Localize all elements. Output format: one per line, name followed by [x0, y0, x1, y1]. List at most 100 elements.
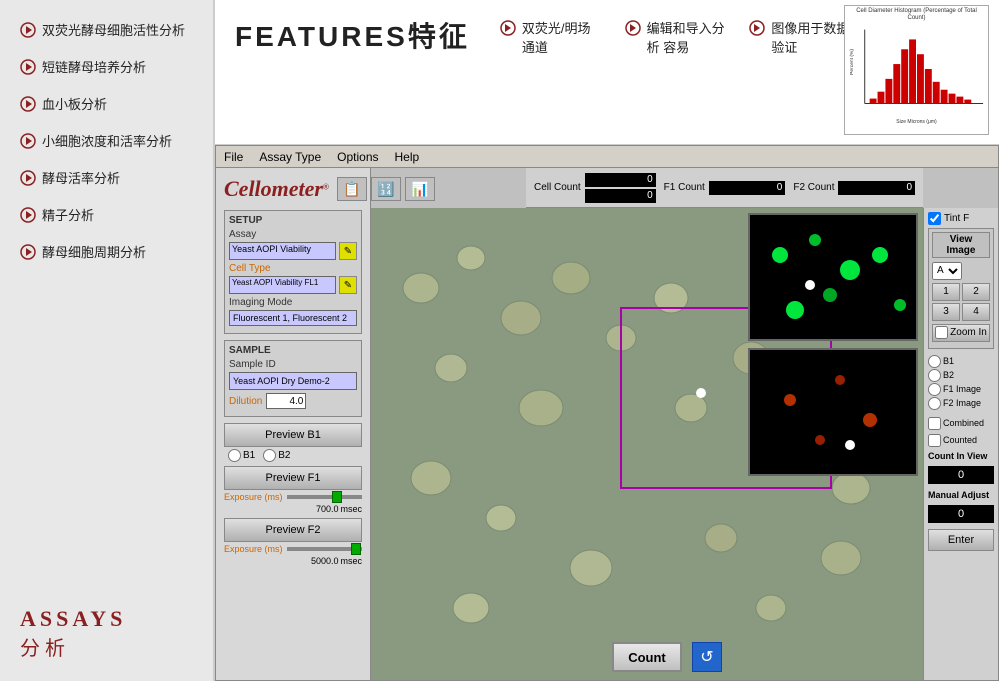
feature-item-0: 双荧光/明场 通道: [500, 18, 605, 56]
f1-slider[interactable]: [287, 495, 362, 499]
view-btn-2[interactable]: 2: [962, 283, 990, 301]
dilution-input[interactable]: [266, 393, 306, 409]
arrow-icon-4: [20, 170, 36, 186]
cell-count-label: Cell Count: [534, 182, 581, 193]
arrow-icon-1: [20, 59, 36, 75]
f1-exposure-unit: msec: [340, 504, 362, 514]
feature-text-2: 图像用于数据 验证: [771, 18, 854, 56]
assay-edit-btn[interactable]: ✎: [339, 242, 357, 260]
logo-text: Cellometer: [224, 176, 323, 201]
app-body: Cellometer® 📋 🔢 📊 SETUP Assay Yeast AOPI…: [216, 168, 998, 680]
feature-arrow-icon-1: [625, 20, 641, 41]
cell-count-val1: 0: [585, 173, 656, 187]
view-btn-1[interactable]: 1: [932, 283, 960, 301]
main-app: File Assay Type Options Help Cellometer® 📋 …: [215, 145, 999, 681]
f2-count-group: F2 Count 0: [793, 181, 915, 195]
image-type-radios: B1 B2 F1 Image F2 Image: [928, 355, 994, 411]
sidebar-item-4[interactable]: 酵母活率分析: [20, 168, 203, 187]
sidebar-item-label-3: 小细胞浓度和活率分析: [42, 131, 172, 150]
f2-count-val: 0: [838, 181, 915, 195]
preview-f1-btn[interactable]: Preview F1: [224, 466, 362, 490]
enter-btn[interactable]: Enter: [928, 529, 994, 551]
arrow-icon-2: [20, 96, 36, 112]
feature-arrow-icon-0: [500, 20, 516, 41]
preview-b1-btn[interactable]: Preview B1: [224, 423, 362, 447]
cell-count-val2: 0: [585, 189, 656, 203]
tint-checkbox[interactable]: [928, 212, 941, 225]
combined-checkbox[interactable]: [928, 417, 941, 430]
sidebar-item-label-2: 血小板分析: [42, 94, 107, 113]
refresh-btn[interactable]: ↺: [692, 642, 722, 672]
svg-text:Percent (%): Percent (%): [849, 49, 855, 75]
menu-item-assay type[interactable]: Assay Type: [259, 150, 321, 164]
f1-exposure-row: Exposure (ms): [224, 492, 362, 502]
manual-adjust-label: Manual Adjust: [928, 490, 994, 500]
histogram-xlabel: Size Microns (μm): [845, 119, 988, 125]
sample-label: SAMPLE: [229, 345, 357, 356]
icon-btn-1[interactable]: 📋: [337, 177, 367, 201]
f1-exposure-label: Exposure (ms): [224, 492, 283, 502]
sample-id-label: Sample ID: [229, 359, 357, 370]
f1-count-group: F1 Count 0: [664, 181, 786, 195]
sidebar-item-1[interactable]: 短链酵母培养分析: [20, 57, 203, 76]
sidebar-item-label-6: 酵母细胞周期分析: [42, 242, 146, 261]
sidebar-item-3[interactable]: 小细胞浓度和活率分析: [20, 131, 203, 150]
cell-count-group: Cell Count 0 0: [534, 173, 656, 203]
radio-b2[interactable]: B2: [263, 449, 290, 462]
sidebar-item-2[interactable]: 血小板分析: [20, 94, 203, 113]
view-image-label: View Image: [932, 232, 990, 258]
histogram-chart: Percent (%): [845, 24, 988, 114]
radio-f2-line[interactable]: F2 Image: [928, 397, 994, 410]
dilution-label: Dilution: [229, 396, 262, 407]
sidebar-item-label-4: 酵母活率分析: [42, 168, 120, 187]
count-button[interactable]: Count: [612, 642, 682, 672]
imaging-mode-label: Imaging Mode: [229, 297, 357, 308]
menu-item-file[interactable]: File: [224, 150, 243, 164]
tint-label: Tint F: [944, 213, 969, 224]
preview-f2-btn[interactable]: Preview F2: [224, 518, 362, 542]
radio-b1[interactable]: B1: [228, 449, 255, 462]
sidebar-item-5[interactable]: 精子分析: [20, 205, 203, 224]
f2-exposure-unit: msec: [340, 556, 362, 566]
view-btn-4[interactable]: 4: [962, 303, 990, 321]
f2-count-values: 0: [838, 181, 915, 195]
cell-type-edit-btn[interactable]: ✎: [339, 276, 357, 294]
radio-f1-line[interactable]: F1 Image: [928, 383, 994, 396]
f2-count-label: F2 Count: [793, 182, 834, 193]
menu-item-options[interactable]: Options: [337, 150, 378, 164]
combined-checkbox-line[interactable]: Combined: [928, 417, 994, 430]
menu-item-help[interactable]: Help: [395, 150, 420, 164]
zoom-in-btn[interactable]: Zoom In: [932, 324, 990, 342]
f2-exposure-value: 5000.0: [311, 556, 339, 566]
count-in-view-value: 0: [928, 466, 994, 484]
b1-radio-row: B1 B2: [228, 449, 362, 462]
left-panel: Cellometer® 📋 🔢 📊 SETUP Assay Yeast AOPI…: [216, 168, 371, 680]
f1-exposure-value: 700.0: [316, 504, 339, 514]
radio-b2-line[interactable]: B2: [928, 369, 994, 382]
view-select[interactable]: A: [932, 262, 962, 280]
f1-count-val: 0: [709, 181, 786, 195]
assays-en-label: ASSAYS: [20, 606, 203, 632]
arrow-icon-3: [20, 133, 36, 149]
sidebar-item-6[interactable]: 酵母细胞周期分析: [20, 242, 203, 261]
radio-b1-line[interactable]: B1: [928, 355, 994, 368]
assay-field-label: Assay: [229, 229, 357, 240]
feature-item-1: 编辑和导入分析 容易: [625, 18, 730, 56]
assay-select[interactable]: Yeast AOPI Viability: [229, 242, 336, 260]
logo-reg: ®: [323, 183, 329, 192]
feature-item-2: 图像用于数据 验证: [749, 18, 854, 56]
sidebar-item-0[interactable]: 双荧光酵母细胞活性分析: [20, 20, 203, 39]
f1-count-label: F1 Count: [664, 182, 705, 193]
counted-checkbox-line[interactable]: Counted: [928, 434, 994, 447]
assays-cn-label: 分 析: [20, 632, 203, 661]
cell-type-select[interactable]: Yeast AOPI Viability FL1: [229, 276, 336, 294]
view-btn-3[interactable]: 3: [932, 303, 960, 321]
counted-checkbox[interactable]: [928, 434, 941, 447]
f2-slider[interactable]: [287, 547, 362, 551]
view-image-section: View Image A 1 2 3 4 Zoom In: [928, 228, 994, 349]
feature-text-0: 双荧光/明场 通道: [522, 18, 605, 56]
histogram-title: Cell Diameter Histogram (Percentage of T…: [845, 6, 988, 24]
features-title: FEATURES特征: [235, 10, 470, 55]
arrow-icon-0: [20, 22, 36, 38]
sample-id-value[interactable]: Yeast AOPI Dry Demo-2: [229, 372, 357, 390]
